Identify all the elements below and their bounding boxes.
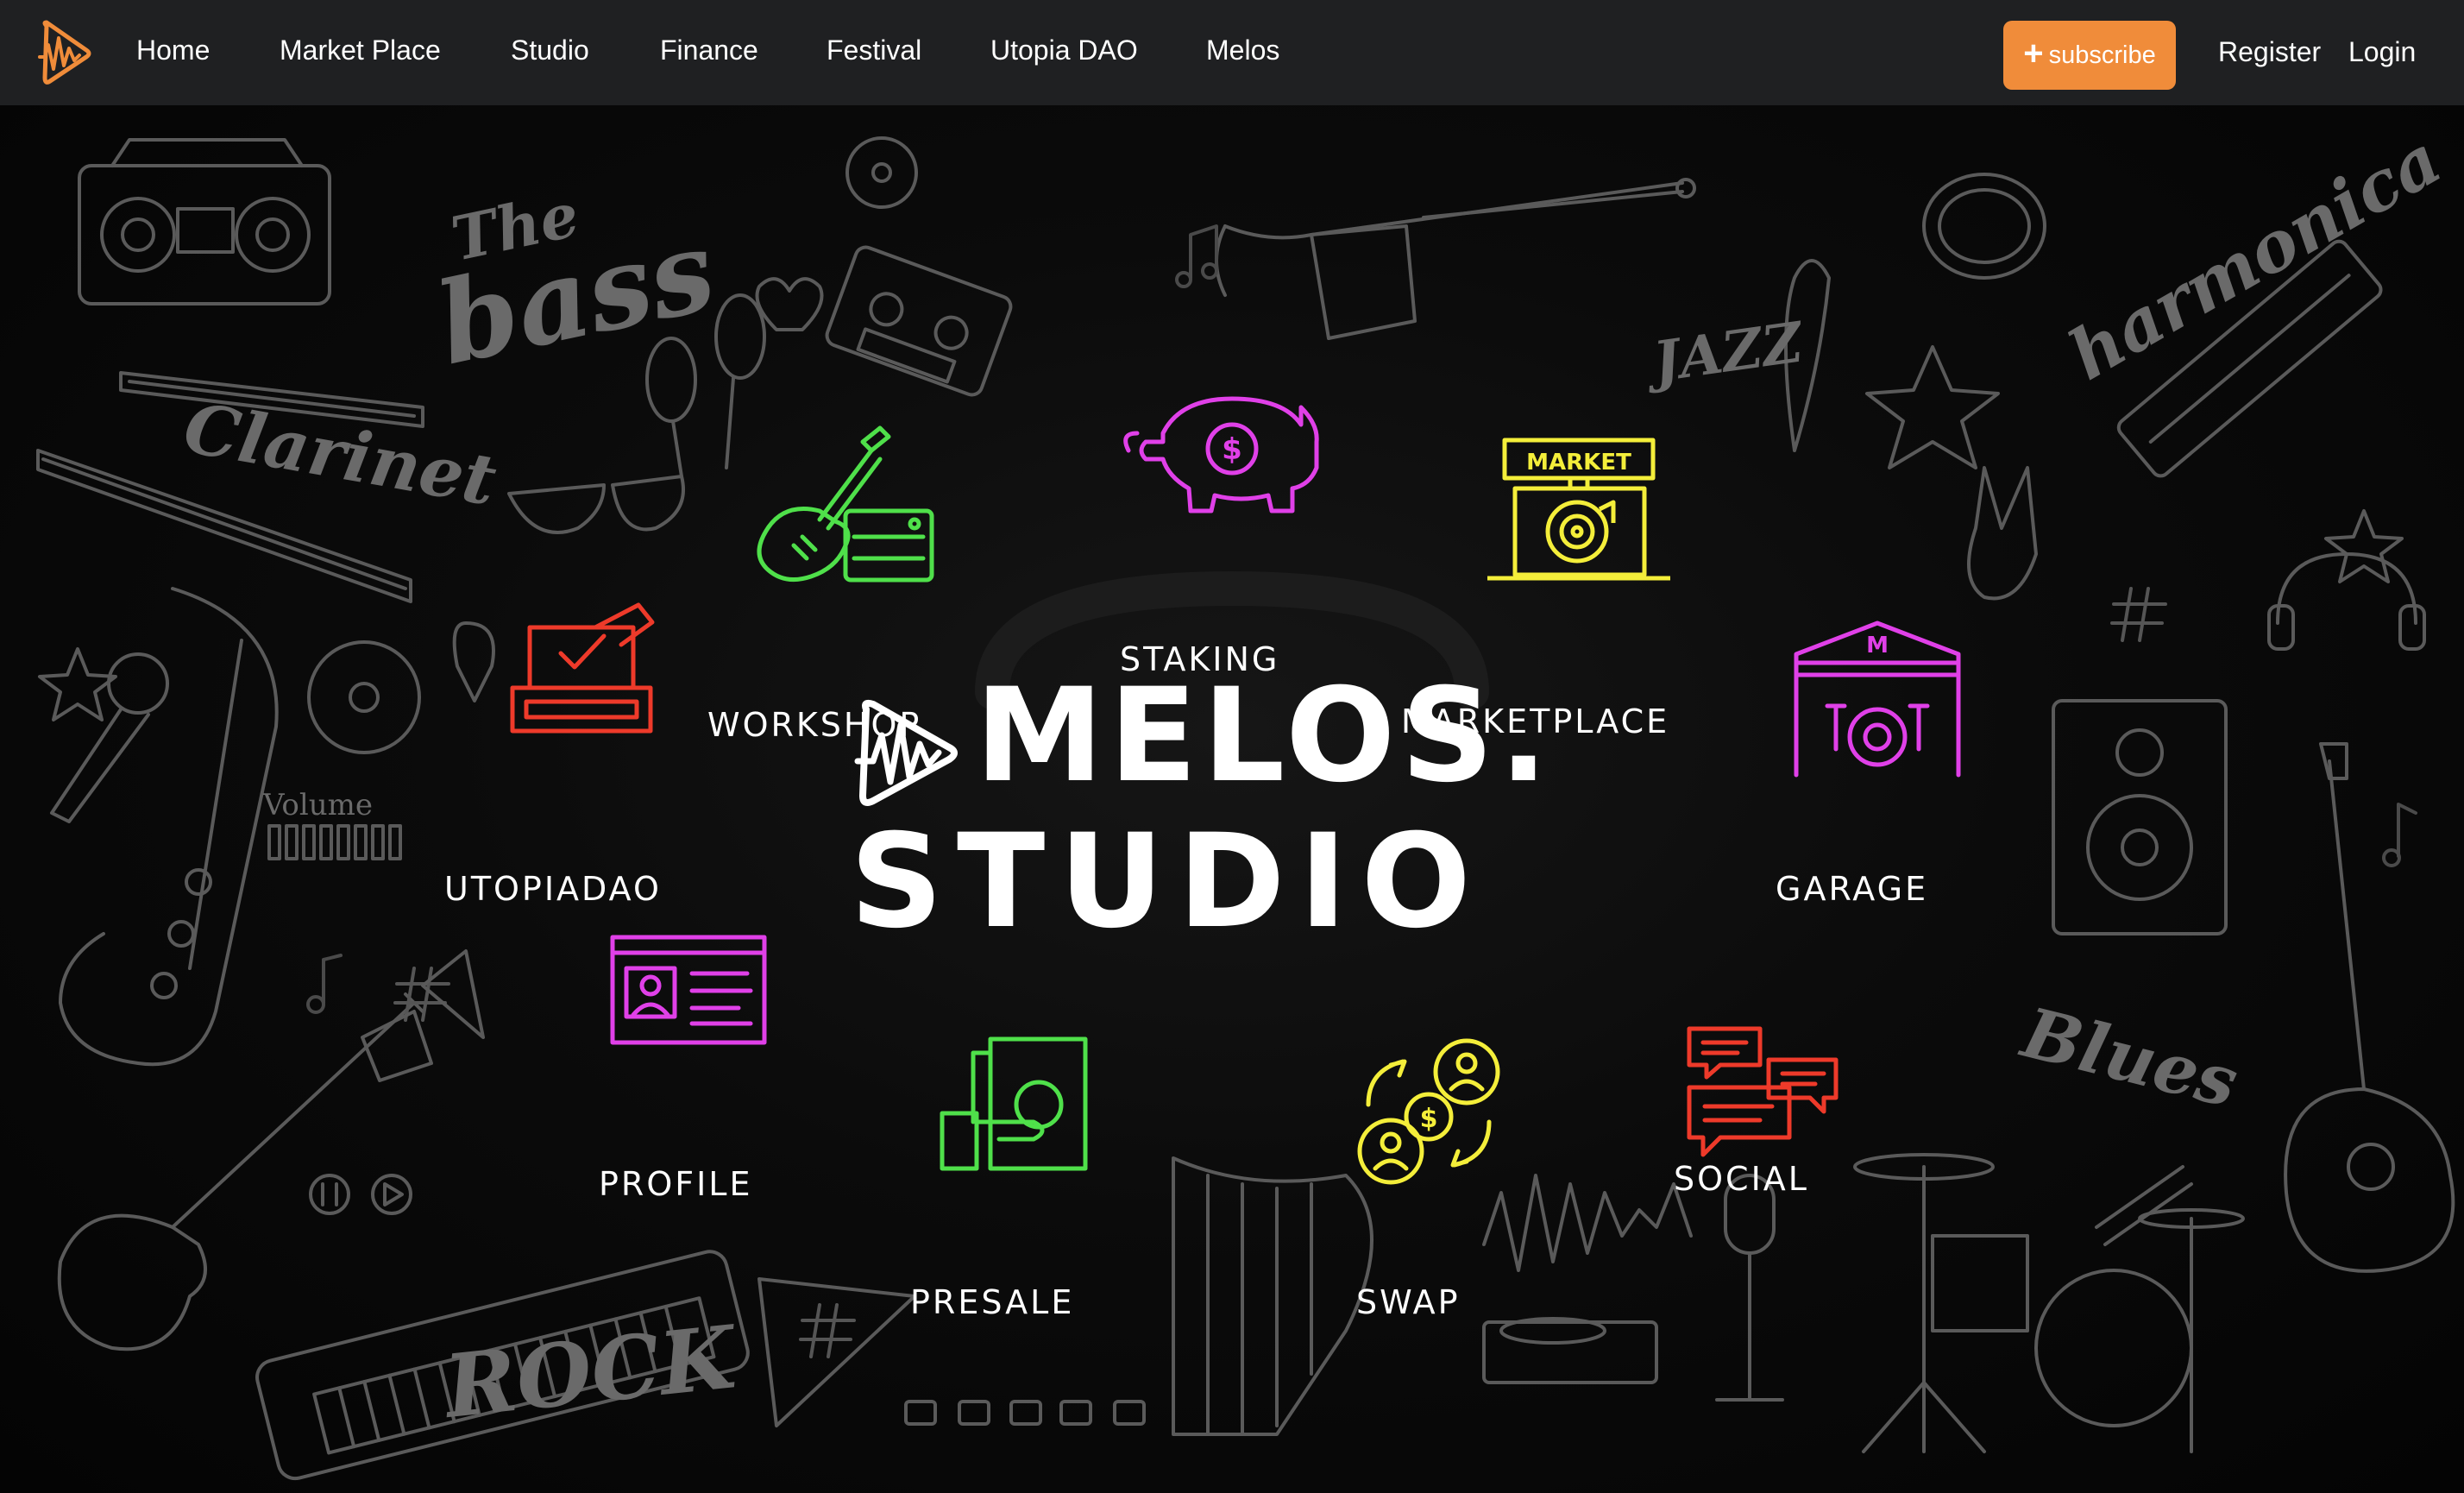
turntable-doodle-icon [1482, 1317, 1658, 1384]
swap-coins-icon[interactable]: $ [1351, 1036, 1506, 1191]
top-navbar: Home Market Place Studio Finance Festiva… [0, 0, 2464, 105]
svg-text:$: $ [1420, 1104, 1438, 1134]
drumsticks-doodle-icon [2095, 1165, 2193, 1246]
feature-label-social: SOCIAL [1674, 1160, 1809, 1198]
doodle-text-blues: Blues [2013, 992, 2245, 1124]
nav-market-place[interactable]: Market Place [280, 31, 441, 69]
nav-studio[interactable]: Studio [511, 31, 589, 69]
profile-card-icon[interactable] [609, 934, 768, 1046]
triangle-instrument-doodle-icon [757, 1277, 916, 1427]
subscribe-label: subscribe [2048, 41, 2156, 69]
feature-label-garage: GARAGE [1776, 870, 1929, 908]
rock-hand-doodle-icon [1967, 466, 2038, 601]
cd-doodle-icon [307, 640, 421, 754]
cassette-doodle-icon [825, 245, 1013, 397]
saxophone-doodle-icon [59, 587, 279, 1067]
doodle-text-jazz: JAZZ [1640, 310, 1808, 396]
garage-sign-text: M [1866, 633, 1889, 658]
hero-title-studio: STUDIO [850, 807, 1485, 957]
sunglasses-doodle-icon [507, 475, 685, 534]
volume-bars-doodle-icon [267, 824, 402, 860]
trumpet-doodle-icon [1215, 178, 1696, 340]
chat-bubbles-icon[interactable] [1686, 1025, 1841, 1163]
feature-label-workshop: WORKSHOP [707, 706, 922, 744]
hero-banner: The bass Clarinet harmonica Blues JAZZ R… [0, 105, 2464, 1493]
login-link[interactable]: Login [2348, 33, 2416, 71]
star-doodle-icon [1865, 345, 2000, 469]
vinyl-doodle-icon [845, 136, 918, 209]
piggy-bank-icon[interactable]: $ [1120, 381, 1327, 520]
hash-doodle-icon [2110, 587, 2167, 642]
feature-label-marketplace: MARKETPLACE [1401, 702, 1670, 740]
boombox-doodle-icon [78, 138, 331, 306]
ballot-box-icon[interactable] [509, 602, 656, 740]
star-doodle-icon [2324, 509, 2404, 583]
music-note-doodle-icon [322, 954, 343, 1005]
heart-doodle-icon [755, 277, 824, 331]
tambourine-doodle-icon [1922, 173, 2046, 280]
guitar-pick-doodle-icon [452, 621, 495, 702]
nav-utopia-dao[interactable]: Utopia DAO [990, 31, 1138, 69]
feature-label-staking: STAKING [1120, 640, 1280, 678]
feature-label-swap: SWAP [1356, 1283, 1461, 1321]
nav-home[interactable]: Home [136, 31, 210, 69]
media-buttons-doodle-icon [309, 1174, 412, 1215]
speaker-doodle-icon [2052, 699, 2228, 935]
register-link[interactable]: Register [2218, 33, 2321, 71]
nav-festival[interactable]: Festival [827, 31, 921, 69]
svg-text:$: $ [1222, 432, 1242, 467]
feature-label-profile: PROFILE [599, 1165, 753, 1203]
subscribe-button[interactable]: + subscribe [2003, 21, 2176, 90]
harp-doodle-icon [1172, 1156, 1373, 1436]
market-stall-icon[interactable]: MARKET [1484, 437, 1674, 592]
plus-icon: + [2023, 35, 2044, 72]
market-sign-text: MARKET [1526, 450, 1631, 476]
doodle-text-volume: Volume [262, 788, 373, 822]
music-note-doodle-icon [2397, 803, 2417, 858]
feature-label-presale: PRESALE [910, 1283, 1075, 1321]
hash-doodle-icon [799, 1303, 856, 1358]
garage-drums-icon[interactable]: M [1793, 620, 1962, 780]
sound-wave-doodle-icon [1482, 1174, 1693, 1272]
studio-microphone-doodle-icon [1715, 1174, 1784, 1402]
nav-melos[interactable]: Melos [1206, 31, 1279, 69]
melos-logo-icon[interactable] [35, 19, 97, 85]
small-boxes-doodle-icon [904, 1400, 1146, 1426]
headphones-doodle-icon [2267, 552, 2426, 651]
doodle-text-rock: ROCK [437, 1306, 743, 1438]
acoustic-guitar-doodle-icon [2284, 742, 2455, 1273]
star-doodle-icon [38, 647, 117, 721]
guitar-amp-icon [757, 425, 934, 583]
nav-finance[interactable]: Finance [660, 31, 758, 69]
drum-kit-doodle-icon [1853, 1153, 2245, 1453]
feature-label-utopiadao: UTOPIADAO [444, 870, 662, 908]
cash-hand-icon[interactable] [939, 1036, 1094, 1174]
